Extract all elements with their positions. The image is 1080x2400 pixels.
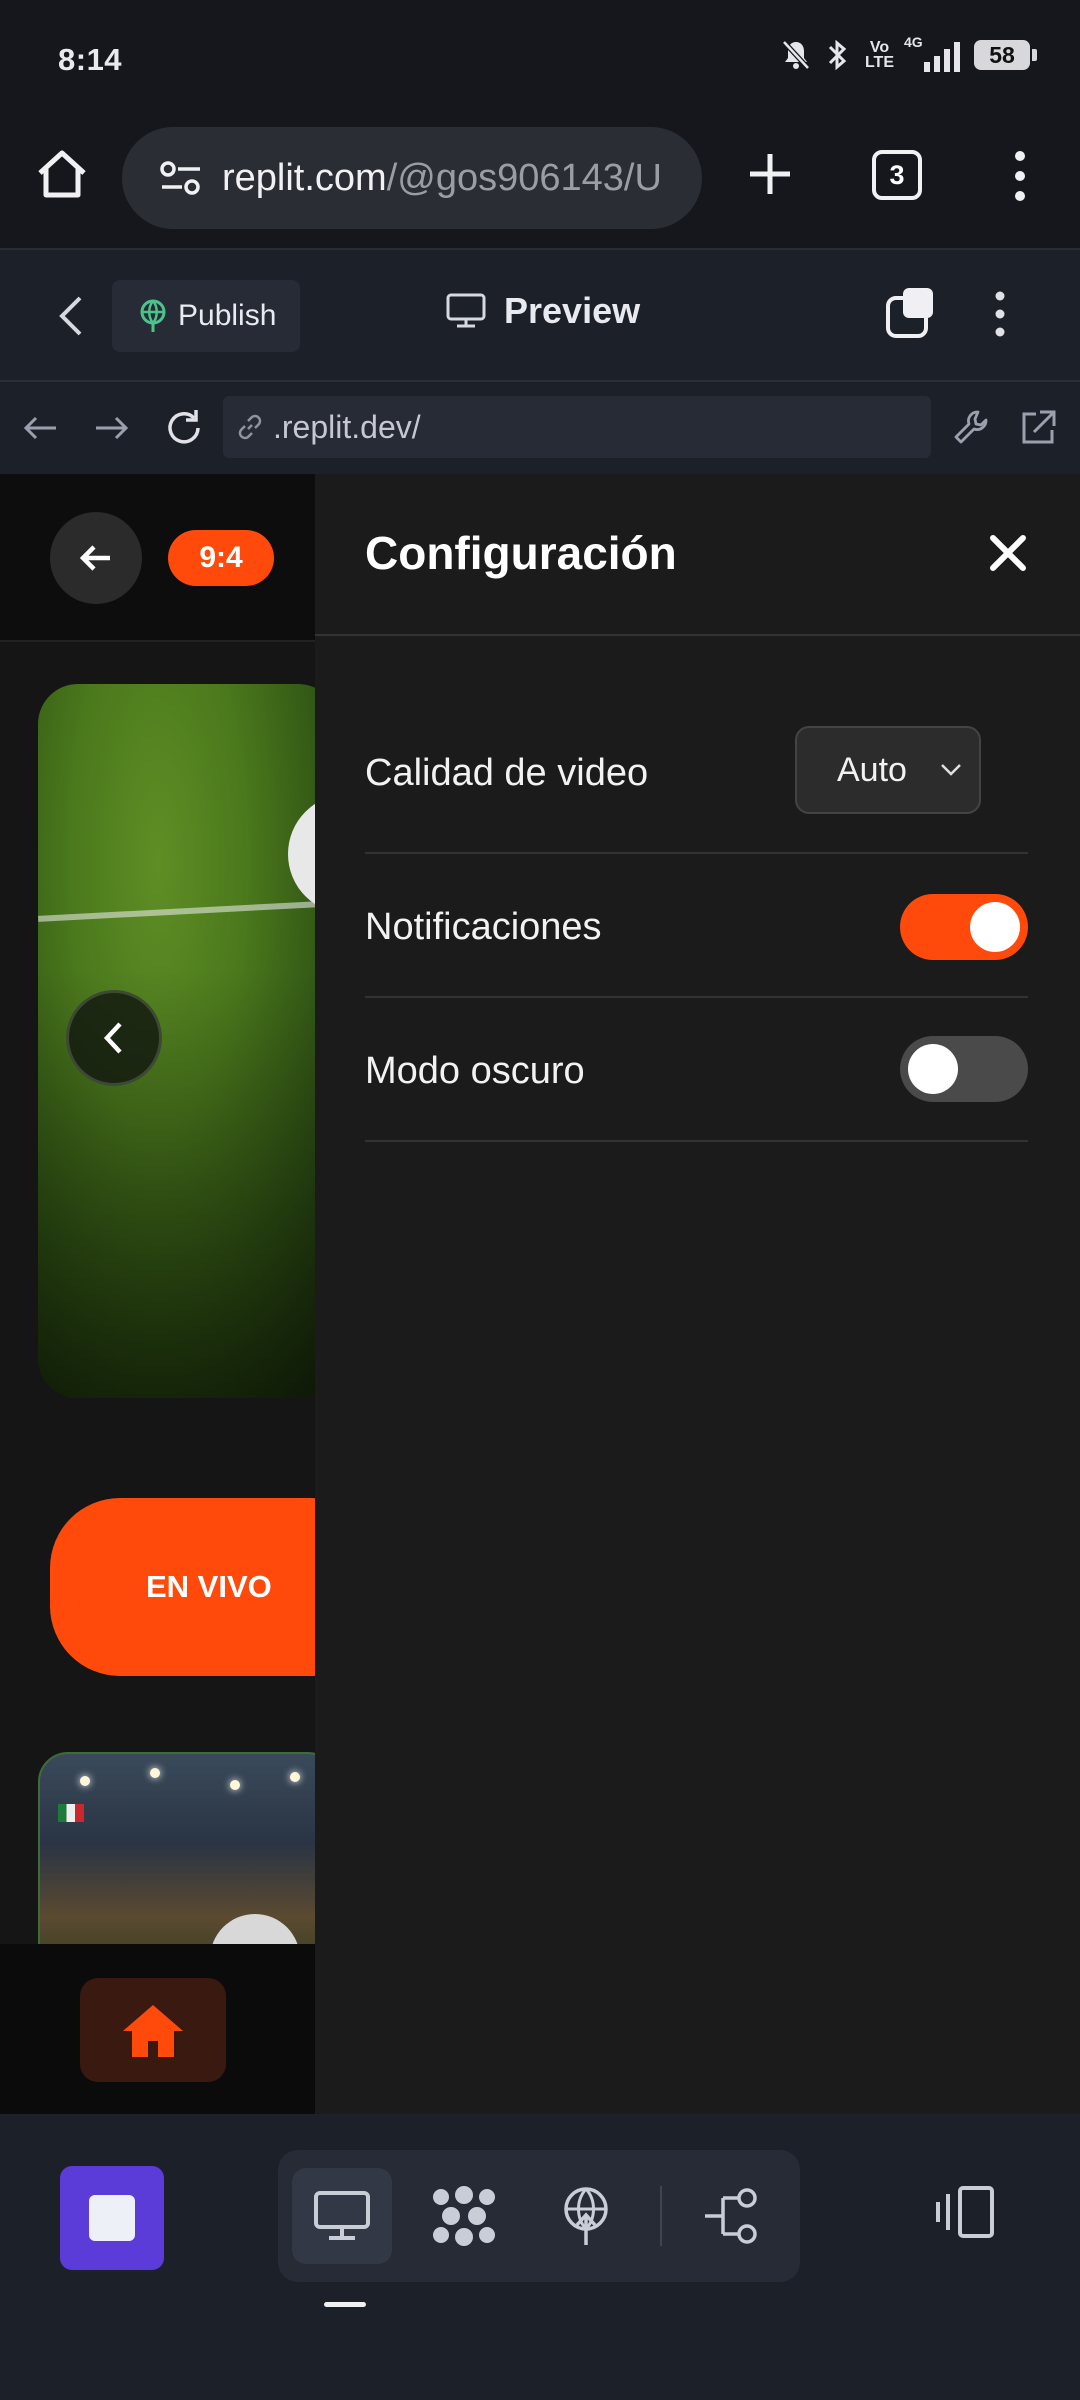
new-tab-icon[interactable]: [740, 144, 800, 204]
webview-nav: .replit.dev/: [0, 382, 1080, 474]
replit-header: Publish Preview: [0, 250, 1080, 382]
settings-panel: Configuración Calidad de video Auto Noti…: [315, 474, 1080, 2114]
more-vert-icon[interactable]: [1000, 148, 1040, 204]
nav-forward-icon[interactable]: [90, 406, 134, 450]
setting-label: Modo oscuro: [365, 1050, 585, 1092]
toggle-knob: [908, 1044, 958, 1094]
tabs-icon[interactable]: 3: [872, 150, 922, 200]
url-bar[interactable]: replit.com/@gos906143/U: [122, 127, 702, 229]
preview-tab[interactable]: Preview: [446, 290, 640, 332]
reload-icon[interactable]: [162, 406, 206, 450]
dark-mode-toggle[interactable]: [900, 1036, 1028, 1102]
panel-toggle-icon[interactable]: [934, 2184, 998, 2248]
video-quality-select[interactable]: Auto: [795, 726, 981, 814]
setting-row-notifications: Notificaciones: [365, 854, 1028, 998]
network-type: 4G: [904, 34, 923, 50]
url-host: replit.com: [222, 156, 387, 199]
setting-label: Notificaciones: [365, 906, 602, 948]
signal-icon: 4G: [904, 34, 960, 72]
link-icon: [235, 412, 265, 442]
select-value: Auto: [837, 750, 907, 789]
publish-button[interactable]: Publish: [112, 280, 300, 352]
tool-switcher: [278, 2150, 800, 2282]
publish-icon: [138, 299, 168, 333]
bluetooth-icon: [825, 38, 851, 72]
wrench-icon[interactable]: [950, 406, 994, 450]
close-icon[interactable]: [983, 528, 1033, 578]
setting-row-dark-mode: Modo oscuro: [365, 998, 1028, 1142]
status-icons: Vo LTE 4G 58: [781, 34, 1037, 72]
browser-toolbar: replit.com/@gos906143/U 3: [0, 122, 1080, 250]
settings-header: Configuración: [315, 474, 1080, 636]
score-badge: 9:4: [168, 530, 274, 586]
url-path: /@gos906143/U: [386, 156, 662, 199]
app-content: 9:4 EN VIVO: [0, 474, 315, 2114]
back-icon[interactable]: [50, 290, 94, 342]
toggle-knob: [970, 902, 1020, 952]
status-time: 8:14: [58, 42, 123, 77]
webview-address[interactable]: .replit.dev/: [223, 396, 931, 458]
more-vert-icon[interactable]: [985, 286, 1015, 342]
site-settings-icon[interactable]: [160, 160, 202, 196]
deploy-icon[interactable]: [536, 2168, 636, 2264]
volte-icon: Vo LTE: [864, 39, 894, 71]
settings-title: Configuración: [365, 527, 677, 579]
battery-icon: 58: [974, 40, 1037, 70]
replit-bottom-bar: [0, 2114, 1080, 2400]
external-link-icon[interactable]: [1016, 406, 1060, 450]
notifications-toggle[interactable]: [900, 894, 1028, 960]
divider: [660, 2186, 662, 2246]
pitch-line: [38, 900, 315, 922]
soccer-ball: [288, 794, 315, 914]
stop-icon[interactable]: [60, 2166, 164, 2270]
copy-icon[interactable]: [885, 286, 937, 342]
nav-back-icon[interactable]: [18, 406, 62, 450]
active-tab-indicator: [324, 2302, 366, 2307]
live-button[interactable]: EN VIVO: [50, 1498, 315, 1676]
git-icon[interactable]: [682, 2168, 782, 2264]
monitor-icon: [446, 293, 486, 329]
arrow-left-icon[interactable]: [50, 512, 142, 604]
agent-icon[interactable]: [414, 2168, 514, 2264]
chevron-down-icon: [939, 762, 963, 778]
home-icon[interactable]: [30, 142, 94, 206]
webview-url: .replit.dev/: [273, 408, 421, 445]
publish-label: Publish: [178, 299, 277, 332]
setting-label: Calidad de video: [365, 752, 649, 794]
status-bar: 8:14 Vo LTE 4G 58: [0, 0, 1080, 122]
home-icon[interactable]: [80, 1978, 226, 2082]
mute-icon: [781, 39, 811, 71]
preview-label: Preview: [504, 290, 641, 331]
chevron-left-icon[interactable]: [66, 990, 162, 1086]
preview-monitor-icon[interactable]: [292, 2168, 392, 2264]
app-header: 9:4: [0, 474, 315, 642]
